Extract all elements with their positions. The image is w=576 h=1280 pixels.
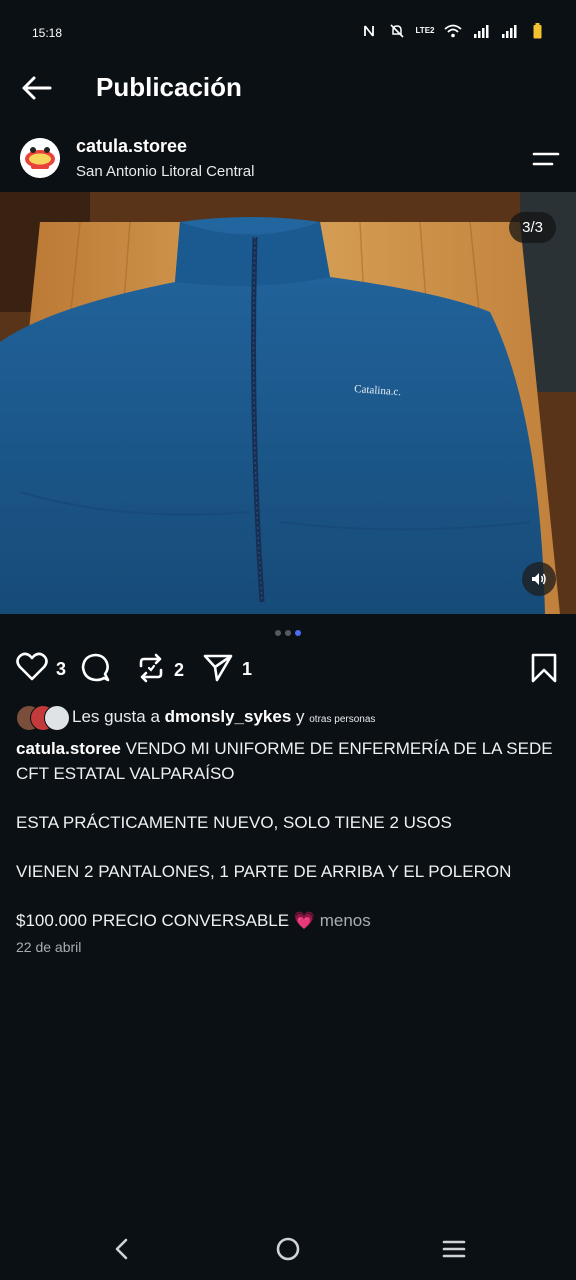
caption-line: $100.000 PRECIO CONVERSABLE 💗 menos [16, 908, 556, 933]
repost-action[interactable]: 2 [136, 652, 184, 689]
caption-username[interactable]: catula.storee [16, 739, 121, 758]
liker-avatar [44, 705, 70, 731]
caption-line: catula.storee VENDO MI UNIFORME DE ENFER… [16, 736, 556, 786]
carousel-dot[interactable] [285, 630, 291, 636]
post-date: 22 de abril [16, 939, 82, 955]
like-count: 3 [56, 659, 67, 679]
post-header: catula.storee San Antonio Litoral Centra… [0, 130, 576, 190]
caption-line: ESTA PRÁCTICAMENTE NUEVO, SOLO TIENE 2 U… [16, 813, 452, 832]
avatar[interactable] [20, 138, 60, 178]
heart-icon[interactable] [16, 652, 48, 687]
app-header: Publicación [0, 66, 576, 110]
comment-action[interactable] [80, 652, 112, 689]
bookmark-icon[interactable] [530, 652, 558, 689]
repost-icon[interactable] [136, 652, 166, 689]
post-username[interactable]: catula.storee [76, 136, 187, 157]
bookmark-action[interactable] [530, 652, 558, 689]
image-counter: 3/3 [509, 212, 556, 243]
volte-icon: LTE2 [415, 26, 435, 35]
liker-avatars[interactable] [16, 705, 70, 731]
repost-count: 2 [174, 660, 185, 680]
signal-2-icon [500, 22, 518, 40]
share-action[interactable]: 1 [202, 652, 252, 687]
page-title: Publicación [96, 72, 242, 102]
carousel-dots [0, 630, 576, 636]
carousel-dot[interactable] [275, 630, 281, 636]
action-bar: 3 2 1 [0, 652, 576, 688]
caption-text: $100.000 PRECIO CONVERSABLE [16, 911, 290, 930]
menu-icon[interactable] [532, 148, 560, 170]
like-action[interactable]: 3 [16, 652, 66, 687]
nfc-icon [360, 22, 378, 40]
battery-icon [528, 22, 546, 40]
post-location[interactable]: San Antonio Litoral Central [76, 163, 254, 180]
likes-text: Les gusta a dmonsly_sykes y otras person… [72, 707, 375, 727]
carousel-dot-active[interactable] [295, 630, 301, 636]
caption: catula.storee VENDO MI UNIFORME DE ENFER… [16, 736, 556, 933]
signal-icon [472, 22, 490, 40]
likes-user[interactable]: dmonsly_sykes [165, 707, 292, 726]
comment-icon[interactable] [80, 652, 112, 689]
status-time: 15:18 [32, 26, 63, 40]
volume-icon[interactable] [522, 562, 556, 596]
status-icons: LTE2 [360, 22, 546, 40]
likes-prefix: Les gusta a [72, 707, 160, 726]
likes-joiner: y [296, 707, 305, 726]
share-count: 1 [242, 659, 253, 679]
caption-line: VIENEN 2 PANTALONES, 1 PARTE DE ARRIBA Y… [16, 862, 512, 881]
mute-notification-icon [388, 22, 406, 40]
less-link[interactable]: menos [320, 911, 371, 930]
system-nav-bar [0, 1220, 576, 1280]
status-bar: 15:18 LTE2 [0, 0, 576, 66]
likes-others[interactable]: otras personas [309, 714, 375, 725]
nav-home-icon[interactable] [270, 1234, 306, 1264]
share-icon[interactable] [202, 652, 234, 687]
likes-row[interactable]: Les gusta a dmonsly_sykes y otras person… [16, 704, 375, 731]
nav-recent-icon[interactable] [436, 1234, 472, 1264]
post-image[interactable]: Catalina.c. 3/3 [0, 192, 576, 614]
back-arrow-icon[interactable] [20, 74, 54, 102]
heart-emoji-icon: 💗 [293, 911, 315, 930]
wifi-icon [444, 22, 462, 40]
nav-back-icon[interactable] [104, 1234, 140, 1264]
